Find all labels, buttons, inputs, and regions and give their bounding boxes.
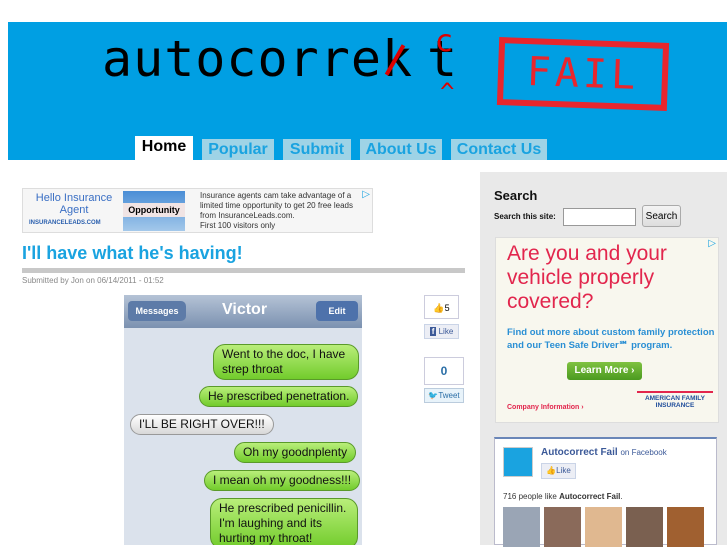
- facebook-like-box: Autocorrect Fail on Facebook 👍Like 716 p…: [494, 437, 717, 547]
- like-label: Like: [556, 466, 571, 475]
- ad-insurance[interactable]: Are you and your vehicle properly covere…: [495, 237, 719, 423]
- twitter-bird-icon: 🐦: [428, 391, 439, 400]
- divider: [22, 268, 465, 273]
- tab-submit[interactable]: Submit: [283, 139, 351, 160]
- tab-home[interactable]: Home: [135, 136, 193, 160]
- search-label: Search this site:: [494, 212, 556, 221]
- fan-avatar[interactable]: [585, 507, 622, 547]
- fail-stamp: FAIL: [496, 37, 670, 111]
- phone-header: Messages Victor Edit: [124, 295, 362, 328]
- fans-count-page: Autocorrect Fail: [559, 492, 621, 501]
- thumbs-up-icon: 👍: [546, 466, 557, 475]
- logo-text: autocorre: [102, 30, 382, 88]
- facebook-like-button[interactable]: 👍Like: [541, 463, 576, 479]
- facebook-icon: f: [429, 327, 437, 336]
- learn-more-button[interactable]: Learn More ›: [567, 362, 642, 380]
- contact-name: Victor: [222, 301, 268, 318]
- company-info-link[interactable]: Company Information ›: [507, 404, 584, 411]
- message-bubble: He prescribed penetration.: [199, 386, 359, 407]
- ad-body: Insurance agents cam take advantage of a…: [200, 191, 368, 231]
- post-meta: Submitted by Jon on 06/14/2011 - 01:52: [22, 276, 164, 285]
- messages-back-button: Messages: [128, 301, 186, 321]
- message-bubble: Went to the doc, I have strep throat: [213, 344, 359, 380]
- ad-banner-top[interactable]: Hello Insurance Agent INSURANCELEADS.COM…: [22, 188, 373, 233]
- ad-image: Opportunity: [123, 191, 185, 231]
- ad-title: Hello Insurance Agent: [35, 192, 113, 216]
- fans-count: 716 people like Autocorrect Fail.: [503, 492, 623, 501]
- fan-avatar[interactable]: [544, 507, 581, 547]
- message-bubble: Oh my goodnplenty: [234, 442, 357, 463]
- tab-about-us[interactable]: About Us: [360, 139, 442, 160]
- facebook-like-button[interactable]: f Like: [424, 324, 459, 339]
- fan-avatar[interactable]: [503, 507, 540, 547]
- search-heading: Search: [494, 188, 538, 203]
- logo-insert: c: [436, 24, 454, 59]
- adchoices-icon[interactable]: ▷: [362, 189, 370, 200]
- sms-screenshot: Messages Victor Edit Went to the doc, I …: [124, 295, 362, 545]
- fans-count-text: 716 people like: [503, 492, 557, 501]
- like-count-value: 5: [444, 303, 450, 313]
- tab-popular[interactable]: Popular: [202, 139, 274, 160]
- tweet-count: 0: [424, 357, 464, 385]
- page-thumbnail: [503, 447, 533, 477]
- thumbs-up-icon: 👍: [433, 303, 445, 313]
- ad-body: Find out more about custom family protec…: [507, 327, 715, 351]
- message-bubble: I'LL BE RIGHT OVER!!!: [130, 414, 274, 435]
- ad-body-text: Insurance agents cam take advantage of a…: [200, 191, 353, 220]
- ad-image-text: Opportunity: [123, 203, 185, 217]
- fan-avatar[interactable]: [667, 507, 704, 547]
- facebook-on-label: on Facebook: [620, 448, 667, 457]
- american-family-logo: AMERICAN FAMILY INSURANCE: [637, 391, 713, 409]
- search-input[interactable]: [563, 208, 636, 226]
- edit-button: Edit: [316, 301, 358, 321]
- ad-headline: Are you and your vehicle properly covere…: [507, 242, 667, 313]
- post-title[interactable]: I'll have what he's having!: [22, 243, 243, 264]
- caret-mark: ^: [440, 78, 456, 106]
- message-bubble: I mean oh my goodness!!!: [204, 470, 361, 491]
- tweet-label: Tweet: [438, 391, 460, 400]
- like-label: Like: [438, 327, 454, 336]
- adchoices-icon[interactable]: ▷: [708, 238, 716, 249]
- tab-contact-us[interactable]: Contact Us: [451, 139, 547, 160]
- tweet-button[interactable]: 🐦Tweet: [424, 388, 464, 403]
- search-button[interactable]: Search: [642, 205, 681, 227]
- facebook-page-title: Autocorrect Fail on Facebook: [541, 447, 667, 458]
- like-count: 👍5: [424, 295, 459, 319]
- message-bubble: He prescribed penicillin. I'm laughing a…: [210, 498, 358, 545]
- facebook-page-name[interactable]: Autocorrect Fail: [541, 447, 618, 458]
- logo-strike: k: [381, 30, 414, 88]
- ad-body-line4: First 100 visitors only: [200, 221, 276, 230]
- ad-brand: INSURANCELEADS.COM: [29, 220, 101, 226]
- fan-avatar[interactable]: [626, 507, 663, 547]
- site-logo[interactable]: autocorrek c ^ t: [102, 24, 458, 106]
